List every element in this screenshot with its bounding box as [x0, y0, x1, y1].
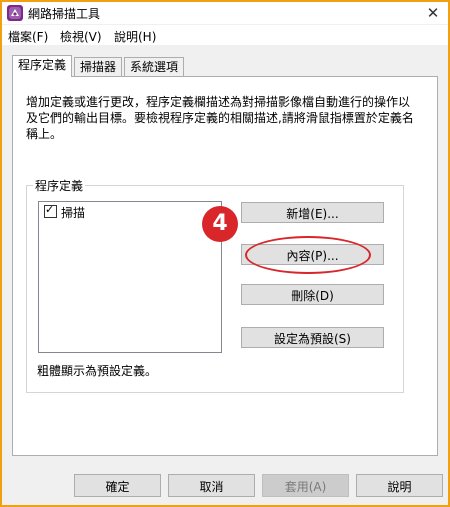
- checkbox[interactable]: ✓: [44, 203, 57, 218]
- menu-bar: 檔案(F) 檢視(V) 說明(H): [2, 25, 448, 45]
- definition-list[interactable]: ✓ 掃描: [38, 201, 222, 353]
- close-icon[interactable]: ✕: [422, 3, 444, 23]
- menu-help[interactable]: 說明(H): [114, 28, 156, 45]
- group-title: 程序定義: [33, 177, 86, 194]
- menu-file[interactable]: 檔案(F): [8, 28, 48, 45]
- ok-button[interactable]: 確定: [74, 474, 161, 497]
- window-title: 網路掃描工具: [28, 7, 101, 21]
- delete-button[interactable]: 刪除(D): [241, 284, 384, 305]
- check-icon: ✓: [45, 203, 55, 216]
- dialog-footer: 確定 取消 套用(A) 說明: [2, 456, 448, 505]
- title-bar: 網路掃描工具 ✕: [2, 2, 448, 24]
- cancel-button[interactable]: 取消: [168, 474, 255, 497]
- tab-scanners[interactable]: 掃描器: [74, 57, 123, 76]
- new-button[interactable]: 新增(E)...: [241, 202, 384, 223]
- app-icon: [7, 5, 23, 21]
- help-button[interactable]: 說明: [356, 474, 443, 497]
- step-number-badge: 4: [202, 206, 238, 242]
- list-item-label: 掃描: [61, 206, 86, 220]
- tab-panel: 增加定義或進行更改，程序定義欄描述為對掃描影像檔自動進行的操作以及它們的輸出目標…: [12, 76, 438, 456]
- tab-system-options[interactable]: 系統選項: [124, 57, 185, 76]
- window-frame: 網路掃描工具 ✕ 檔案(F) 檢視(V) 說明(H) 程序定義 掃描器 系統選項…: [0, 0, 450, 507]
- default-note: 粗體顯示為預設定義。: [37, 364, 158, 378]
- apply-button[interactable]: 套用(A): [262, 474, 349, 497]
- tab-process-definitions[interactable]: 程序定義: [12, 55, 73, 77]
- set-default-button[interactable]: 設定為預設(S): [241, 327, 384, 348]
- panel-description: 增加定義或進行更改，程序定義欄描述為對掃描影像檔自動進行的操作以及它們的輸出目標…: [26, 95, 414, 141]
- list-item[interactable]: ✓ 掃描: [44, 203, 86, 221]
- properties-button[interactable]: 內容(P)...: [241, 244, 384, 265]
- menu-view[interactable]: 檢視(V): [60, 28, 102, 45]
